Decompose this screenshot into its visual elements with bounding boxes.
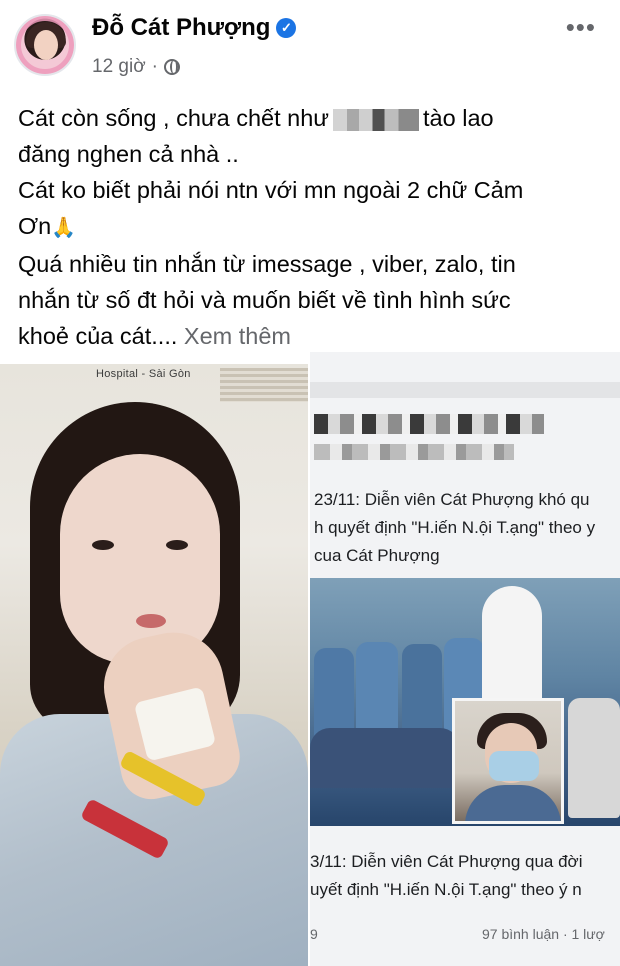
news-photo-scene [310, 578, 620, 826]
post-line-7: khoẻ của cát.... Xem thêm [18, 318, 608, 354]
author-name[interactable]: Đỗ Cát Phượng [92, 14, 270, 42]
inset-mask [489, 751, 539, 781]
blurred-header-2 [314, 444, 514, 460]
scene-person-1 [314, 648, 354, 738]
post-meta: 12 giờ · [92, 56, 180, 78]
globe-icon [164, 59, 180, 75]
hospital-sign: Hospital - Sài Gòn [96, 368, 191, 380]
post-line-1-before: Cát còn sống , chưa chết như [18, 105, 330, 131]
post-line-7-text: khoẻ của cát.... [18, 323, 178, 349]
post-line-4-text: Ơn [18, 213, 52, 239]
news-caption-1-line-1: 23/11: Diễn viên Cát Phượng khó qu [314, 490, 590, 509]
post-photo-left[interactable]: Hospital - Sài Gòn [0, 364, 308, 966]
news-caption-2-line-2: uyết định "H.iến N.ội T.ạng" theo ý n [310, 880, 582, 899]
post-line-2: đăng nghen cả nhà .. [18, 141, 239, 167]
news-caption-2-line-1: 3/11: Diễn viên Cát Phượng qua đời [310, 852, 583, 871]
scene-table [310, 728, 460, 788]
scene-patient-right [568, 698, 620, 818]
author-row: Đỗ Cát Phượng ✓ [92, 14, 297, 42]
inset-body [465, 785, 561, 821]
scene-person-2 [356, 642, 398, 738]
avatar-frame [16, 16, 74, 74]
post-line-3: Cát ko biết phải nói ntn với mn ngoài 2 … [18, 177, 524, 203]
post-text: Cát còn sống , chưa chết như tào lao đăng… [18, 100, 608, 354]
news-caption-2: 3/11: Diễn viên Cát Phượng qua đời uyết … [310, 848, 620, 904]
folded-hands-icon: 🙏 [51, 217, 77, 239]
blurred-header-1 [314, 414, 544, 434]
photo-eye-right [166, 540, 188, 550]
post-line-1: Cát còn sống , chưa chết như tào lao [18, 100, 608, 136]
news-footer-comments: 97 bình luận · 1 lượ [482, 926, 605, 942]
post-photo-right[interactable]: 23/11: Diễn viên Cát Phượng khó qu h quy… [310, 352, 620, 966]
news-caption-1-line-2: h quyết định "H.iến N.ội T.ạng" theo y [314, 518, 596, 537]
photo-lips [136, 614, 166, 628]
see-more-link[interactable]: Xem thêm [184, 323, 291, 349]
author-avatar[interactable] [14, 14, 76, 76]
post-line-1-after: tào lao [423, 105, 494, 131]
post-line-6: nhắn từ số đt hỏi và muốn biết về tình h… [18, 287, 511, 313]
scene-person-3 [402, 644, 442, 736]
meta-separator: · [151, 56, 158, 77]
more-options-icon[interactable]: ••• [566, 14, 596, 40]
wall-vent [220, 368, 308, 402]
censored-name-blur [333, 108, 420, 131]
screenshot-topbar [310, 382, 620, 398]
post-line-5: Quá nhiều tin nhắn từ imessage , viber, … [18, 251, 516, 277]
scene-ppe-worker [482, 586, 542, 716]
photo-face [60, 454, 220, 664]
news-caption-1-line-3: cua Cát Phượng [314, 546, 440, 565]
post-line-4: Ơn🙏 [18, 208, 608, 246]
news-inset-photo [452, 698, 564, 824]
post-time[interactable]: 12 giờ [92, 56, 146, 78]
news-footer-reactions: 9 [310, 926, 318, 942]
photo-eye-left [92, 540, 114, 550]
post-header: Đỗ Cát Phượng ✓ 12 giờ · ••• [0, 0, 620, 92]
news-caption-1: 23/11: Diễn viên Cát Phượng khó qu h quy… [314, 486, 620, 570]
verified-badge-icon: ✓ [276, 18, 297, 38]
